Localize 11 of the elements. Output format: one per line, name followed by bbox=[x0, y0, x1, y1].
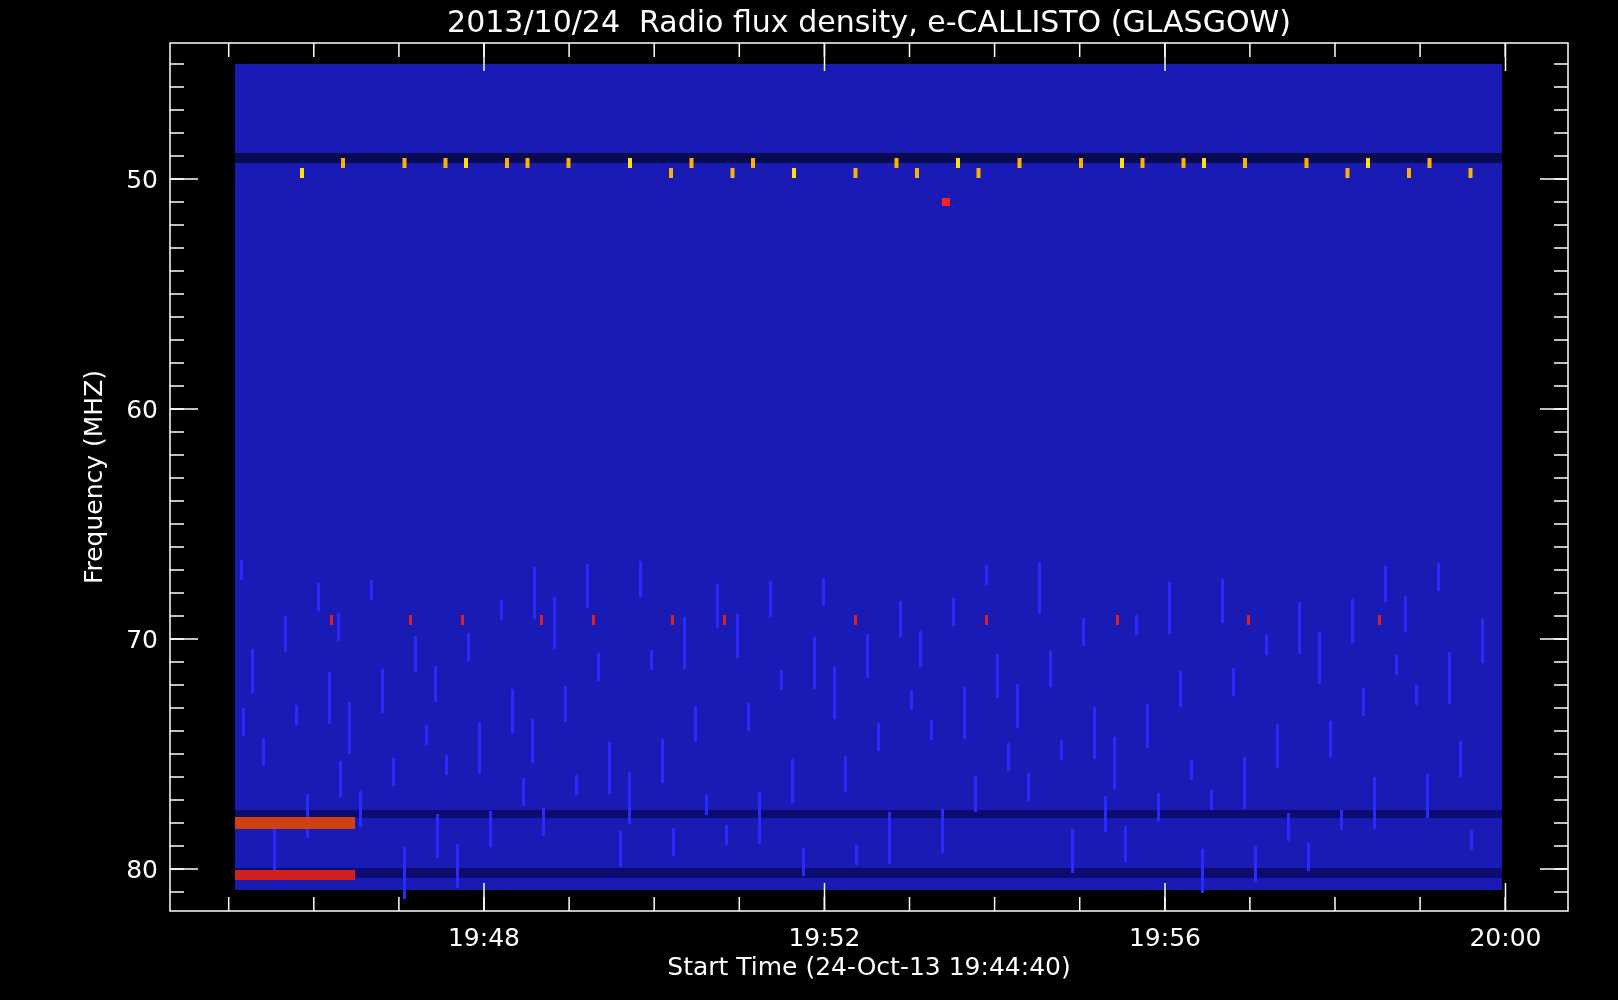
y-tick-label: 60 bbox=[126, 395, 158, 424]
x-tick-label: 19:56 bbox=[1129, 923, 1201, 952]
y-tick-label: 50 bbox=[126, 165, 158, 194]
y-tick-label: 80 bbox=[126, 855, 158, 884]
chart-title: 2013/10/24 Radio flux density, e-CALLISTO (GLASGOW) bbox=[447, 4, 1291, 39]
x-tick-label: 19:48 bbox=[448, 923, 520, 952]
x-tick-label: 19:52 bbox=[788, 923, 861, 952]
y-tick-label: 70 bbox=[126, 625, 158, 654]
x-tick-label: 20:00 bbox=[1469, 923, 1542, 952]
x-axis-label: Start Time (24-Oct-13 19:44:40) bbox=[667, 952, 1071, 981]
y-axis-label: Frequency (MHZ) bbox=[79, 369, 108, 585]
